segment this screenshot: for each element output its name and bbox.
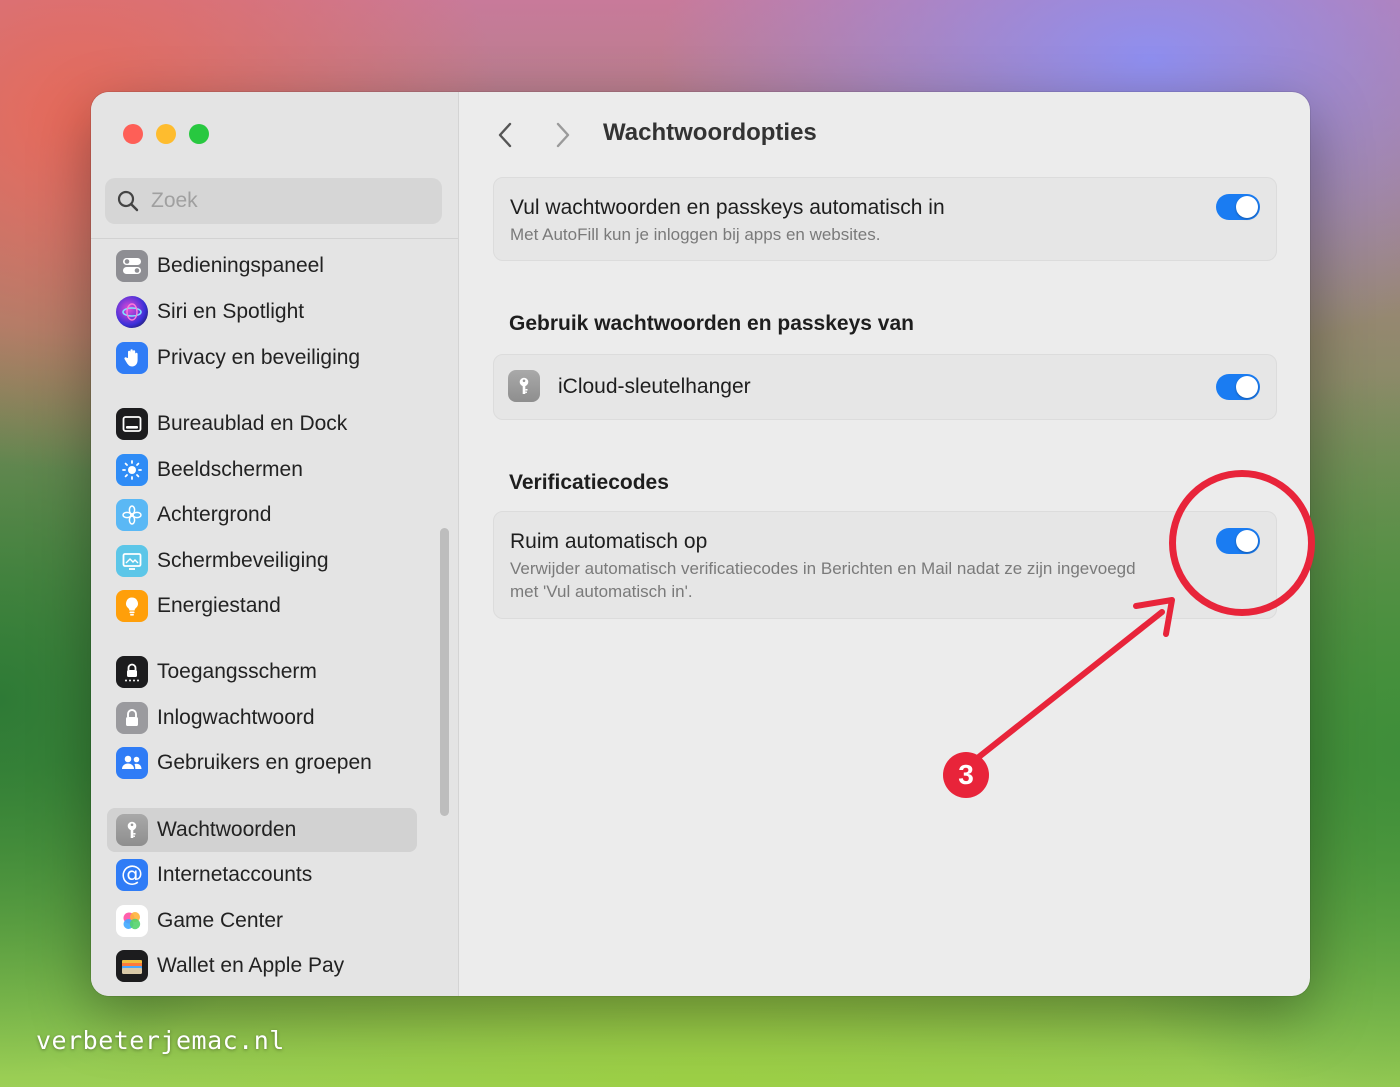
watermark: verbeterjemac.nl bbox=[36, 1026, 285, 1055]
annotation-arrow bbox=[972, 597, 1175, 763]
annotation-badge: 3 bbox=[943, 752, 989, 798]
